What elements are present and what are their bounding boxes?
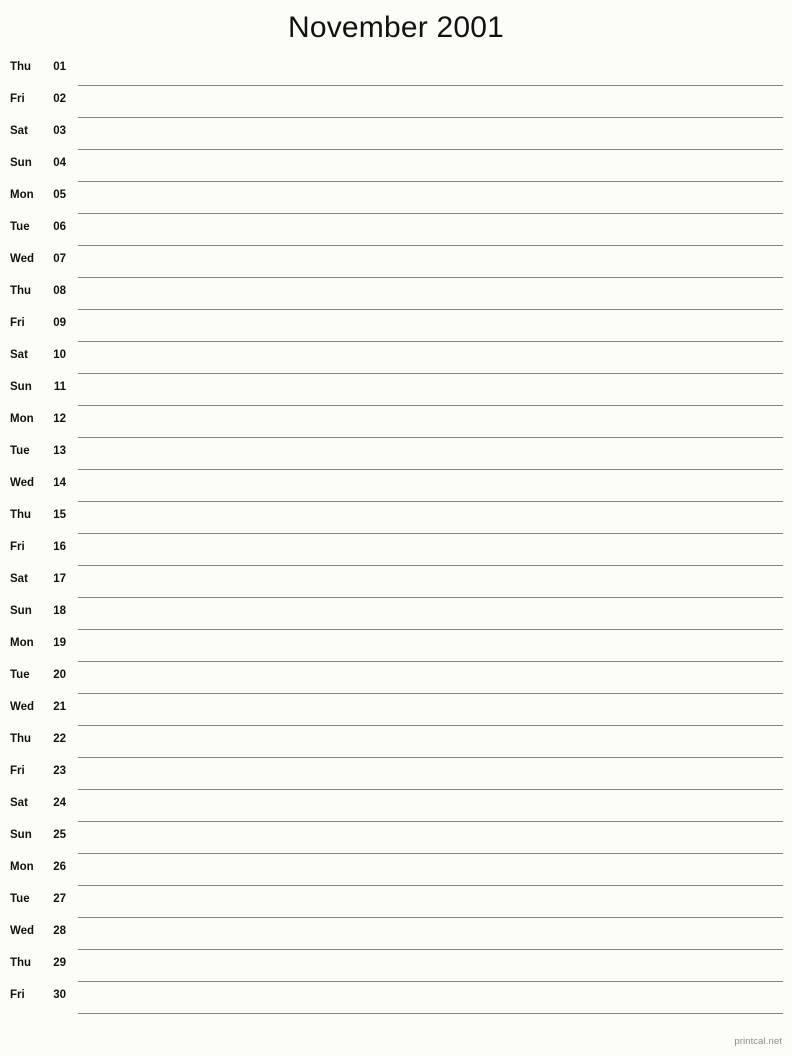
day-writing-line[interactable]: [78, 1013, 783, 1014]
day-row: Fri 16: [0, 534, 792, 566]
day-row: Tue 20: [0, 662, 792, 694]
day-row: Tue 06: [0, 214, 792, 246]
day-weekday-label: Wed: [10, 701, 35, 713]
day-weekday-label: Sun: [10, 605, 32, 617]
day-row: Sun 11: [0, 374, 792, 406]
day-number-label: 23: [53, 765, 66, 777]
day-number-label: 09: [53, 317, 66, 329]
day-number-label: 13: [53, 445, 66, 457]
day-weekday-label: Mon: [10, 861, 34, 873]
day-number-label: 22: [53, 733, 66, 745]
day-number-label: 30: [53, 989, 66, 1001]
day-number-label: 14: [53, 477, 66, 489]
day-weekday-label: Sun: [10, 829, 32, 841]
day-weekday-label: Sat: [10, 797, 28, 809]
day-number-label: 24: [53, 797, 66, 809]
footer-attribution: printcal.net: [734, 1036, 782, 1047]
day-row: Thu 15: [0, 502, 792, 534]
day-row: Sat 10: [0, 342, 792, 374]
day-number-label: 16: [53, 541, 66, 553]
day-row: Thu 01: [0, 54, 792, 86]
day-weekday-label: Sat: [10, 349, 28, 361]
day-row: Sat 24: [0, 790, 792, 822]
day-weekday-label: Fri: [10, 765, 25, 777]
day-number-label: 08: [53, 285, 66, 297]
day-row: Mon 19: [0, 630, 792, 662]
day-weekday-label: Thu: [10, 509, 32, 521]
day-row: Wed 14: [0, 470, 792, 502]
day-number-label: 05: [53, 189, 66, 201]
day-number-label: 25: [53, 829, 66, 841]
day-row: Fri 09: [0, 310, 792, 342]
day-row: Thu 29: [0, 950, 792, 982]
day-row: Tue 27: [0, 886, 792, 918]
day-row: Mon 12: [0, 406, 792, 438]
day-weekday-label: Fri: [10, 989, 25, 1001]
day-number-label: 27: [53, 893, 66, 905]
day-number-label: 10: [53, 349, 66, 361]
day-number-label: 07: [53, 253, 66, 265]
page-title-container: November 2001: [0, 0, 792, 56]
day-row: Mon 05: [0, 182, 792, 214]
day-row: Wed 21: [0, 694, 792, 726]
day-row: Sun 25: [0, 822, 792, 854]
day-row: Fri 30: [0, 982, 792, 1014]
day-weekday-label: Sat: [10, 573, 28, 585]
day-weekday-label: Wed: [10, 253, 35, 265]
day-weekday-label: Thu: [10, 733, 32, 745]
day-row: Sun 18: [0, 598, 792, 630]
day-row: Mon 26: [0, 854, 792, 886]
day-weekday-label: Fri: [10, 541, 25, 553]
day-weekday-label: Mon: [10, 189, 34, 201]
day-weekday-label: Mon: [10, 413, 34, 425]
day-row: Fri 23: [0, 758, 792, 790]
day-row: Tue 13: [0, 438, 792, 470]
day-number-label: 11: [53, 381, 66, 393]
day-row: Sat 03: [0, 118, 792, 150]
day-number-label: 17: [53, 573, 66, 585]
day-number-label: 01: [53, 61, 66, 73]
day-weekday-label: Mon: [10, 637, 34, 649]
day-number-label: 04: [53, 157, 66, 169]
day-number-label: 26: [53, 861, 66, 873]
day-weekday-label: Thu: [10, 957, 32, 969]
day-number-label: 18: [53, 605, 66, 617]
day-weekday-label: Tue: [10, 669, 30, 681]
day-number-label: 12: [53, 413, 66, 425]
day-number-label: 03: [53, 125, 66, 137]
day-number-label: 28: [53, 925, 66, 937]
day-weekday-label: Wed: [10, 477, 35, 489]
day-row: Sun 04: [0, 150, 792, 182]
day-weekday-label: Fri: [10, 317, 25, 329]
day-weekday-label: Fri: [10, 93, 25, 105]
day-rows-list: Thu 01 Fri 02 Sat 03 Sun 04 Mon 05 Tue 06 Wed 07 Thu 08…: [0, 54, 792, 1014]
day-row: Sat 17: [0, 566, 792, 598]
day-weekday-label: Tue: [10, 221, 30, 233]
day-number-label: 19: [53, 637, 66, 649]
day-weekday-label: Tue: [10, 893, 30, 905]
day-weekday-label: Thu: [10, 285, 32, 297]
day-weekday-label: Wed: [10, 925, 35, 937]
day-number-label: 15: [53, 509, 66, 521]
day-number-label: 06: [53, 221, 66, 233]
calendar-page: November 2001 Thu 01 Fri 02 Sat 03 Sun 04 Mon 05 T…: [0, 0, 792, 1056]
day-weekday-label: Sun: [10, 381, 32, 393]
page-title: November 2001: [287, 11, 505, 44]
day-number-label: 21: [53, 701, 66, 713]
day-row: Thu 22: [0, 726, 792, 758]
day-number-label: 29: [53, 957, 66, 969]
day-weekday-label: Sun: [10, 157, 32, 169]
day-weekday-label: Sat: [10, 125, 28, 137]
day-row: Thu 08: [0, 278, 792, 310]
day-number-label: 20: [53, 669, 66, 681]
day-row: Wed 07: [0, 246, 792, 278]
day-row: Wed 28: [0, 918, 792, 950]
day-row: Fri 02: [0, 86, 792, 118]
day-weekday-label: Tue: [10, 445, 30, 457]
day-weekday-label: Thu: [10, 61, 32, 73]
day-number-label: 02: [53, 93, 66, 105]
